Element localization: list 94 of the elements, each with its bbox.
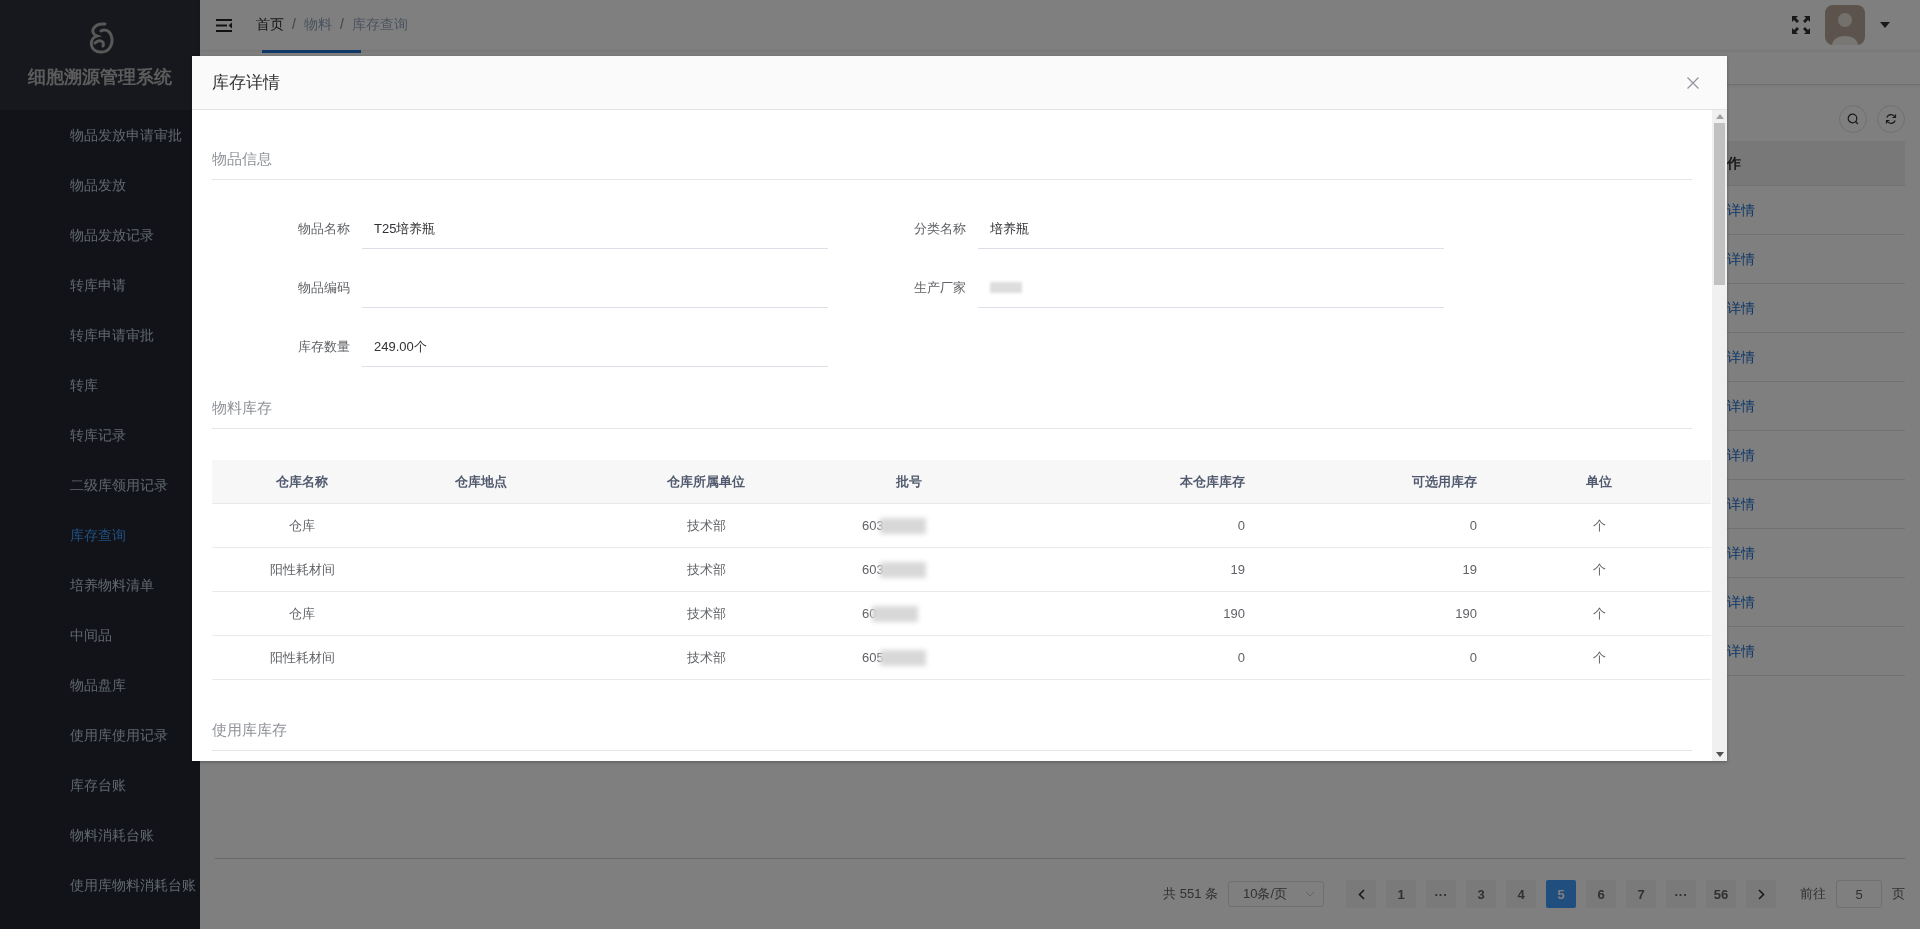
- menu-icon[interactable]: [216, 18, 232, 32]
- page-button[interactable]: 4: [1506, 880, 1536, 908]
- column-header: 仓库所属单位: [667, 473, 745, 489]
- search-button[interactable]: [1839, 105, 1867, 133]
- column-header: 仓库名称: [276, 473, 328, 489]
- breadcrumb-separator: /: [339, 16, 344, 34]
- table-cell: 技术部: [686, 517, 726, 533]
- section-title: 物品信息: [212, 139, 1692, 180]
- scrollbar[interactable]: [1712, 110, 1727, 761]
- chevron-down-icon: [1305, 891, 1315, 897]
- table-cell: 技术部: [686, 649, 726, 665]
- dialog-title: 库存详情: [212, 72, 280, 94]
- table-cell: 0: [1237, 518, 1245, 533]
- sidebar-item[interactable]: 库存台账: [0, 760, 200, 810]
- table-cell: 190: [1223, 606, 1245, 621]
- table-cell: 仓库: [289, 517, 315, 533]
- table-cell: 19: [1230, 562, 1245, 577]
- field-label: 物品编码: [297, 279, 351, 297]
- section-title: 使用库库存: [212, 710, 1692, 751]
- page-button[interactable]: ···: [1666, 880, 1696, 908]
- page-button[interactable]: 7: [1626, 880, 1656, 908]
- table-cell: 技术部: [686, 605, 726, 621]
- field-label: 物品名称: [297, 220, 351, 238]
- table-cell: 0: [1469, 518, 1477, 533]
- scroll-down-icon[interactable]: [1715, 752, 1724, 757]
- page-button[interactable]: ···: [1426, 880, 1456, 908]
- field-label: 库存数量: [297, 338, 351, 356]
- table-cell: 605: [862, 650, 884, 665]
- page-button[interactable]: 6: [1586, 880, 1616, 908]
- input-field[interactable]: 249.00个: [362, 327, 828, 367]
- page-button[interactable]: 56: [1706, 880, 1736, 908]
- table-cell: 0: [1237, 650, 1245, 665]
- total-count: 共 551 条: [1163, 885, 1218, 903]
- column-header: 批号: [896, 473, 922, 489]
- redaction-mark: [990, 282, 1022, 293]
- column-header: 单位: [1586, 473, 1612, 489]
- detail-link[interactable]: 详情: [1727, 202, 1755, 218]
- scrollbar-thumb[interactable]: [1714, 123, 1725, 285]
- column-header: 作: [1725, 141, 1905, 186]
- app-title: 细胞溯源管理系统: [28, 66, 172, 89]
- column-header: 仓库地点: [455, 473, 507, 489]
- table-cell: 190: [1455, 606, 1477, 621]
- breadcrumb-item[interactable]: 首页: [256, 16, 284, 34]
- table-cell: 个: [1592, 517, 1606, 533]
- field-label: 分类名称: [913, 220, 967, 238]
- previous-page-button[interactable]: [1346, 880, 1376, 908]
- table-cell: 阳性耗材间: [269, 649, 335, 665]
- table-cell: 仓库: [289, 605, 315, 621]
- column-header: 可选用库存: [1412, 473, 1477, 489]
- table-cell: 19: [1462, 562, 1477, 577]
- page-button[interactable]: 1: [1386, 880, 1416, 908]
- page-size-select[interactable]: 10条/页: [1228, 881, 1324, 907]
- table-cell: 技术部: [686, 561, 726, 577]
- page-button[interactable]: 5: [1546, 880, 1576, 908]
- section-title: 物料库存: [212, 388, 1692, 429]
- refresh-icon: [1885, 113, 1897, 125]
- column-header: 本仓库库存: [1180, 473, 1245, 489]
- detail-link[interactable]: 详情: [1727, 545, 1755, 561]
- breadcrumb-separator: /: [292, 16, 296, 34]
- scroll-up-icon[interactable]: [1715, 114, 1724, 119]
- detail-link[interactable]: 详情: [1727, 496, 1755, 512]
- refresh-button[interactable]: [1877, 105, 1905, 133]
- page-suffix: 页: [1892, 885, 1905, 903]
- chevron-left-icon: [1357, 888, 1365, 900]
- page-button[interactable]: 3: [1466, 880, 1496, 908]
- chevron-right-icon: [1757, 888, 1765, 900]
- detail-link[interactable]: 详情: [1727, 594, 1755, 610]
- table-cell: 0: [1469, 650, 1477, 665]
- search-icon: [1847, 113, 1859, 125]
- detail-link[interactable]: 详情: [1727, 398, 1755, 414]
- goto-label: 前往: [1800, 885, 1826, 903]
- fullscreen-icon[interactable]: [1792, 16, 1810, 34]
- sidebar-item[interactable]: 使用库物料消耗台账: [0, 860, 200, 910]
- table-cell: 个: [1592, 605, 1606, 621]
- input-field[interactable]: T25培养瓶: [362, 209, 828, 249]
- avatar-icon[interactable]: [1825, 5, 1865, 45]
- field-label: 生产厂家: [913, 279, 967, 297]
- table-cell: 60: [862, 606, 877, 621]
- table-cell: 603: [862, 518, 884, 533]
- caret-icon[interactable]: [1880, 22, 1890, 28]
- close-icon[interactable]: [1687, 76, 1699, 89]
- detail-link[interactable]: 详情: [1727, 447, 1755, 463]
- table-cell: 603: [862, 562, 884, 577]
- table-cell: 阳性耗材间: [269, 561, 335, 577]
- detail-link[interactable]: 详情: [1727, 300, 1755, 316]
- detail-link[interactable]: 详情: [1727, 251, 1755, 267]
- page-input[interactable]: 5: [1836, 880, 1882, 908]
- next-page-button[interactable]: [1746, 880, 1776, 908]
- detail-link[interactable]: 详情: [1727, 643, 1755, 659]
- detail-link[interactable]: 详情: [1727, 349, 1755, 365]
- sidebar-item[interactable]: 物料消耗台账: [0, 810, 200, 860]
- table-cell: 个: [1592, 561, 1606, 577]
- table-cell: 个: [1592, 649, 1606, 665]
- input-field[interactable]: 培养瓶: [978, 209, 1444, 249]
